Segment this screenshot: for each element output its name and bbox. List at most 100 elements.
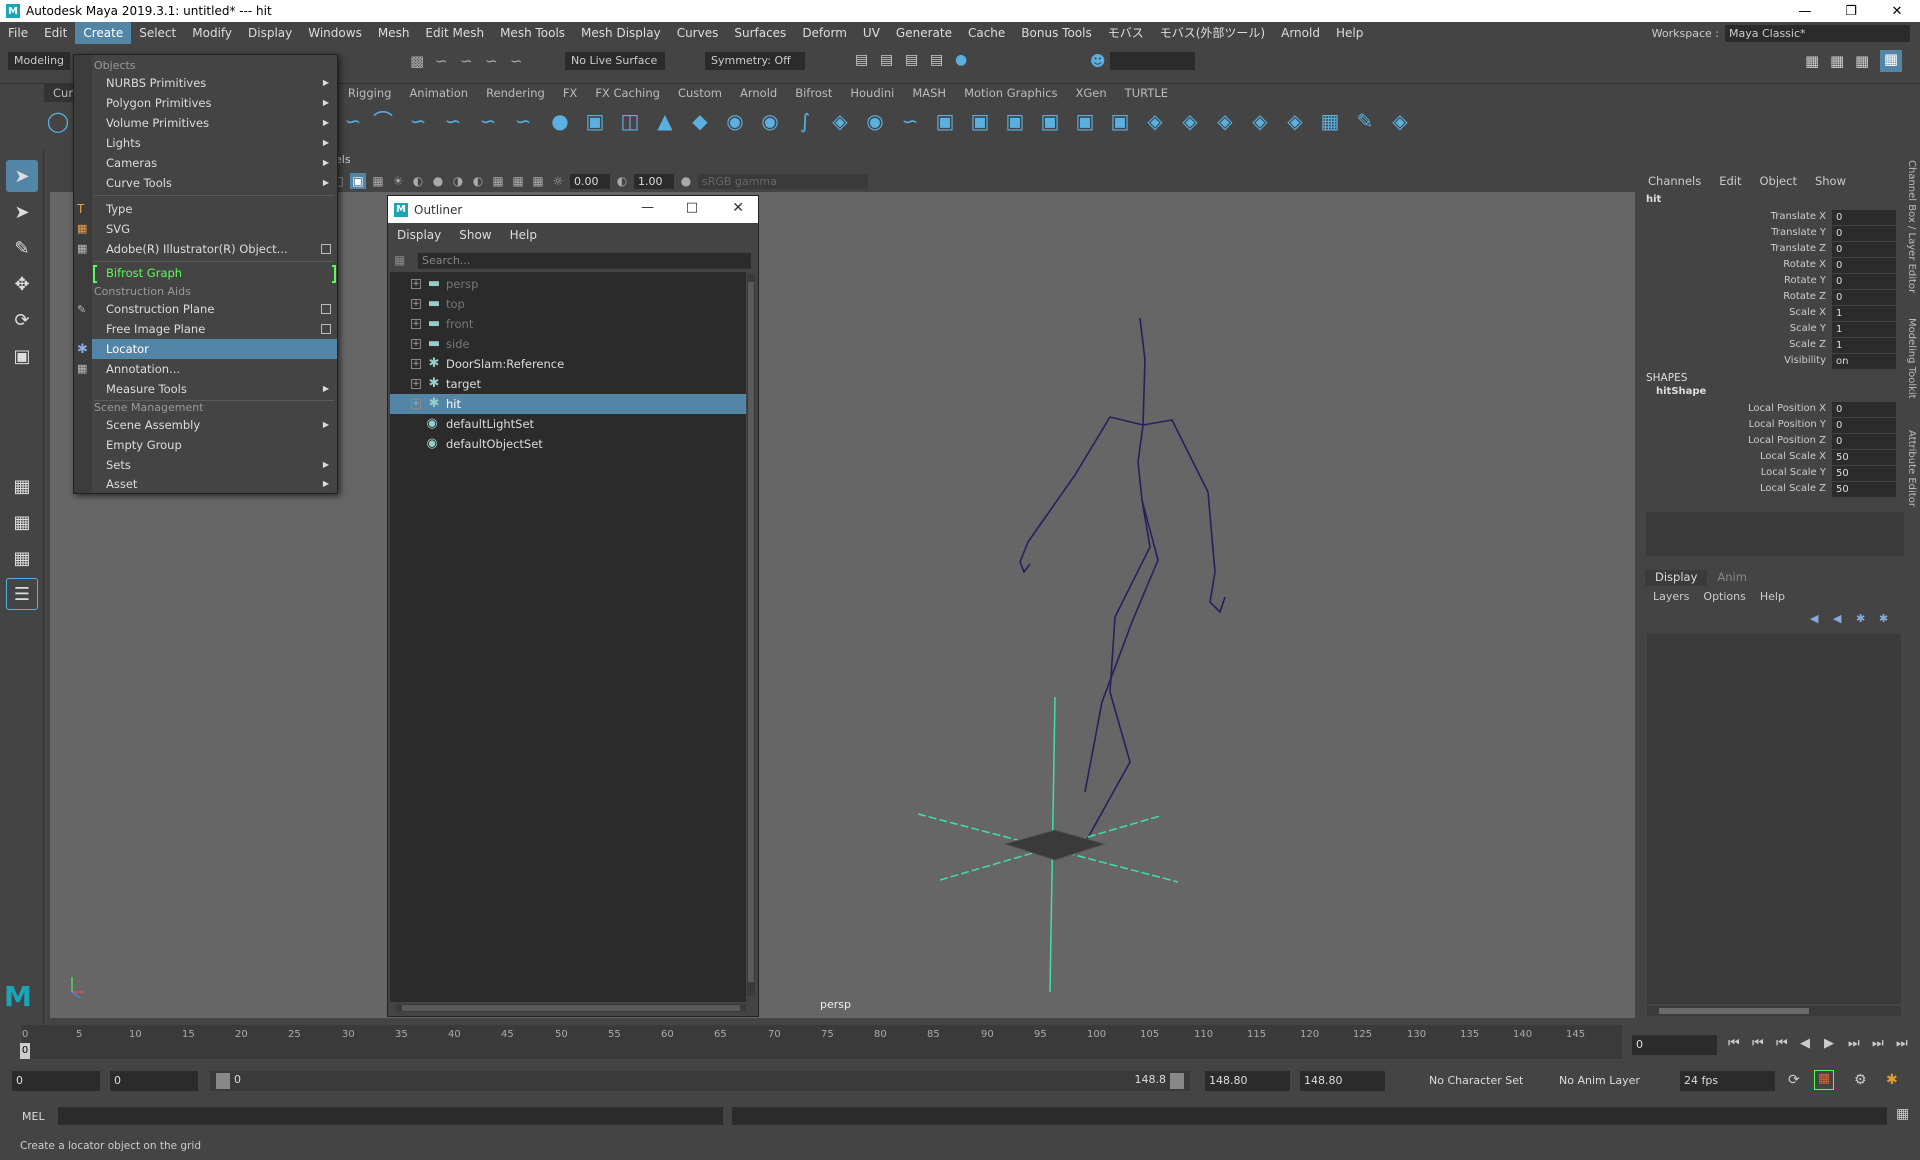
character-set-dropdown[interactable]: No Character Set <box>1425 1071 1535 1091</box>
step-back-frame-icon[interactable]: ⏮ <box>1752 1036 1764 1051</box>
go-to-end-icon[interactable]: ⏭ <box>1896 1036 1908 1051</box>
playback-start-field[interactable]: 0 <box>110 1071 198 1091</box>
workspace-dropdown[interactable]: Maya Classic* <box>1725 24 1910 42</box>
menu-select[interactable]: Select <box>131 22 184 44</box>
trim-tool-icon[interactable]: ▣ <box>1072 108 1098 134</box>
antialiasing-icon[interactable]: ◐ <box>470 173 486 189</box>
sculpt-tool-icon[interactable]: ✎ <box>1352 108 1378 134</box>
script-language-toggle[interactable]: MEL <box>22 1110 45 1123</box>
range-start-handle[interactable] <box>216 1073 230 1089</box>
layer-tab-anim[interactable]: Anim <box>1707 570 1757 586</box>
cb-menu-object[interactable]: Object <box>1760 174 1797 188</box>
snap-point-icon[interactable]: ∽ <box>460 52 473 70</box>
menu-uv[interactable]: UV <box>855 22 888 44</box>
channel-local-scale-z[interactable]: Local Scale Z 50 <box>1648 482 1910 498</box>
close-icon[interactable]: ✕ <box>732 200 744 216</box>
channel-scale-y[interactable]: Scale Y1 <box>1648 322 1910 338</box>
shelf-tab-arnold[interactable]: Arnold <box>731 84 786 102</box>
auto-key-icon[interactable]: ▦ <box>1814 1070 1834 1090</box>
close-icon[interactable]: ✕ <box>1874 0 1920 22</box>
nurbs-circle-icon[interactable]: ◯ <box>45 108 71 134</box>
layer-move-down-icon[interactable]: ◀ <box>1833 612 1841 625</box>
channel-translate-y[interactable]: Translate Y0 <box>1648 226 1910 242</box>
tool-settings-icon[interactable]: ▦ <box>1855 52 1869 70</box>
animation-end-field[interactable]: 148.80 <box>1300 1071 1385 1091</box>
textured-icon[interactable]: ▦ <box>370 173 386 189</box>
expand-icon[interactable]: + <box>411 319 421 329</box>
menu-edit-mesh[interactable]: Edit Mesh <box>417 22 492 44</box>
hypershade-icon[interactable]: ● <box>955 52 967 68</box>
account-dropdown[interactable] <box>1110 52 1195 70</box>
menu-mobus[interactable]: モバス <box>1100 22 1152 44</box>
animation-start-field[interactable]: 0 <box>12 1071 100 1091</box>
ambient-occlusion-icon[interactable]: ● <box>430 173 446 189</box>
layer-menu-options[interactable]: Options <box>1703 590 1745 603</box>
expand-icon[interactable]: + <box>411 279 421 289</box>
current-frame-field[interactable]: 0 <box>1632 1035 1717 1055</box>
filter-icon[interactable]: ▦ <box>394 253 405 267</box>
scale-tool-icon[interactable]: ▣ <box>6 340 38 372</box>
cb-menu-channels[interactable]: Channels <box>1648 174 1701 188</box>
expand-icon[interactable]: + <box>411 299 421 309</box>
shelf-tab-bifrost[interactable]: Bifrost <box>786 84 841 102</box>
smooth-shade-icon[interactable]: ▣ <box>350 173 366 189</box>
birail-icon[interactable]: ∽ <box>897 108 923 134</box>
menu-help[interactable]: Help <box>1328 22 1371 44</box>
outliner-row-target[interactable]: + ✱ target <box>390 374 746 394</box>
menu-windows[interactable]: Windows <box>300 22 370 44</box>
side-tab-channel-box[interactable]: Channel Box / Layer Editor <box>1906 160 1917 293</box>
symmetry-dropdown[interactable]: Symmetry: Off <box>705 52 805 70</box>
boundary-icon[interactable]: ▣ <box>967 108 993 134</box>
minimize-icon[interactable]: — <box>641 200 654 215</box>
isolate-select-icon[interactable]: ▦ <box>490 173 506 189</box>
channel-visibility[interactable]: Visibility on <box>1648 354 1910 370</box>
snap-curve-icon[interactable]: ∽ <box>435 52 448 70</box>
menu-item-sets[interactable]: Sets ▶ <box>92 455 337 475</box>
rotate-tool-icon[interactable]: ⟳ <box>6 304 38 336</box>
menu-item-scene-assembly[interactable]: Scene Assembly ▶ <box>92 415 337 435</box>
menu-item-construction-plane[interactable]: Construction Plane <box>92 299 337 319</box>
expand-icon[interactable]: + <box>411 379 421 389</box>
cache-playback-icon[interactable]: ✱ <box>1886 1072 1898 1088</box>
option-box-icon[interactable] <box>321 244 331 254</box>
color-management-icon[interactable]: ● <box>678 173 694 189</box>
render-view-icon[interactable]: ▤ <box>855 52 868 68</box>
menu-modify[interactable]: Modify <box>184 22 240 44</box>
go-to-start-icon[interactable]: ⏮ <box>1728 1036 1740 1051</box>
outliner-vertical-scrollbar[interactable] <box>747 274 755 996</box>
curve-attach-icon[interactable]: ∽ <box>510 108 536 134</box>
attribute-editor-icon[interactable]: ▦ <box>1830 52 1844 70</box>
menu-mesh[interactable]: Mesh <box>370 22 418 44</box>
layer-tab-display[interactable]: Display <box>1645 570 1708 586</box>
shelf-tab-turtle[interactable]: TURTLE <box>1116 84 1177 102</box>
shelf-tab-fx[interactable]: FX <box>554 84 587 102</box>
menu-item-annotation[interactable]: Annotation... <box>92 359 337 379</box>
ep-curve-icon[interactable]: ∽ <box>405 108 431 134</box>
shelf-tab-xgen[interactable]: XGen <box>1067 84 1116 102</box>
new-layer-icon[interactable]: ✱ <box>1856 612 1865 625</box>
extrude-icon[interactable]: ◉ <box>862 108 888 134</box>
shelf-tab-animation[interactable]: Animation <box>400 84 477 102</box>
move-tool-icon[interactable]: ✥ <box>6 268 38 300</box>
motion-blur-icon[interactable]: ◑ <box>450 173 466 189</box>
detach-surfaces-icon[interactable]: ◈ <box>1177 108 1203 134</box>
play-forwards-icon[interactable]: ▶ <box>1824 1036 1834 1051</box>
extend-surface-icon[interactable]: ◈ <box>1282 108 1308 134</box>
menu-item-locator[interactable]: Locator <box>92 339 337 359</box>
nurbs-cone-icon[interactable]: ▲ <box>652 108 678 134</box>
nurbs-torus-icon[interactable]: ◉ <box>722 108 748 134</box>
channel-local-scale-y[interactable]: Local Scale Y 50 <box>1648 466 1910 482</box>
anim-prefs-icon[interactable]: ⚙ <box>1854 1072 1867 1088</box>
outliner-row-default-light-set[interactable]: ◉ defaultLightSet <box>390 414 746 434</box>
menu-deform[interactable]: Deform <box>794 22 855 44</box>
gamma-icon[interactable]: ◐ <box>614 173 630 189</box>
snap-grid-icon[interactable]: ▩ <box>410 52 424 70</box>
side-tab-attribute-editor[interactable]: Attribute Editor <box>1906 430 1917 507</box>
outliner-menu-help[interactable]: Help <box>501 228 546 242</box>
step-back-key-icon[interactable]: ⏮ <box>1776 1036 1788 1051</box>
exposure-icon[interactable]: ☼ <box>550 173 566 189</box>
menu-generate[interactable]: Generate <box>888 22 960 44</box>
cb-menu-show[interactable]: Show <box>1815 174 1846 188</box>
channel-translate-z[interactable]: Translate Z0 <box>1648 242 1910 258</box>
attach-surfaces-icon[interactable]: ◈ <box>1142 108 1168 134</box>
